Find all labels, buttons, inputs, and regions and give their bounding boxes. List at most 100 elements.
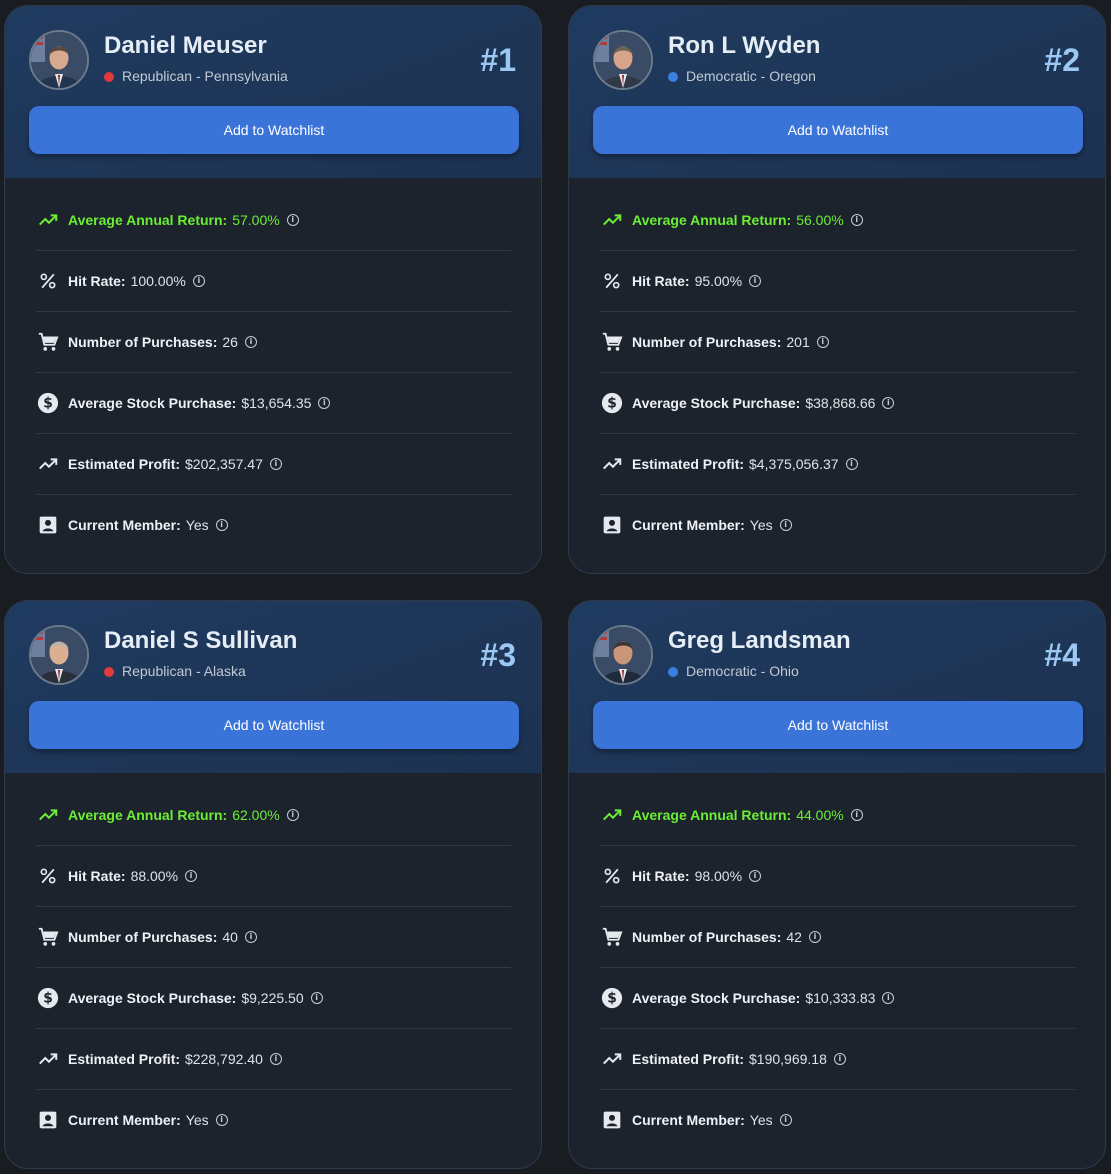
party-state: Republican - Alaska	[104, 663, 246, 679]
info-icon[interactable]: i	[244, 336, 257, 348]
stat-row: Current Member: Yes i	[600, 1090, 1075, 1150]
add-to-watchlist-button[interactable]: Add to Watchlist	[29, 701, 519, 749]
percent-icon	[36, 269, 60, 293]
trending-up-icon	[600, 803, 624, 827]
stat-row: $ Average Stock Purchase: $9,225.50 i	[36, 968, 511, 1029]
info-icon[interactable]: i	[185, 870, 198, 882]
info-icon[interactable]: i	[215, 1114, 228, 1126]
cart-icon	[600, 925, 624, 949]
trending-up-icon	[600, 452, 624, 476]
stat-label: Hit Rate:	[68, 868, 126, 884]
info-icon[interactable]: i	[269, 1053, 282, 1065]
stat-value: Yes	[749, 1112, 773, 1128]
stats-list: Average Annual Return: 62.00% i Hit Rate: 88…	[36, 785, 511, 1150]
rank-badge: #4	[1044, 637, 1080, 673]
info-icon[interactable]: i	[749, 870, 762, 882]
add-to-watchlist-button[interactable]: Add to Watchlist	[29, 106, 519, 154]
stat-row: Number of Purchases: 26 i	[36, 312, 511, 373]
rank-badge: #2	[1044, 42, 1080, 78]
party-state-label: Republican - Pennsylvania	[122, 68, 288, 84]
stat-value: $190,969.18	[749, 1051, 827, 1067]
info-icon[interactable]: i	[244, 931, 257, 943]
stat-row: Number of Purchases: 40 i	[36, 907, 511, 968]
stat-label: Estimated Profit:	[68, 1051, 181, 1067]
party-state-label: Democratic - Oregon	[686, 68, 816, 84]
dollar-icon: $	[36, 986, 60, 1010]
info-icon[interactable]: i	[749, 275, 762, 287]
stat-value: 95.00%	[694, 273, 743, 289]
stat-value: Yes	[185, 517, 209, 533]
info-icon[interactable]: i	[808, 931, 821, 943]
party-state: Republican - Pennsylvania	[104, 68, 288, 84]
info-icon[interactable]: i	[286, 214, 299, 226]
trending-up-icon	[600, 1047, 624, 1071]
stat-value: $202,357.47	[185, 456, 263, 472]
info-icon[interactable]: i	[318, 397, 331, 409]
svg-text:$: $	[607, 991, 617, 1007]
stat-value: 201	[786, 334, 810, 350]
info-icon[interactable]: i	[850, 809, 863, 821]
stat-label: Number of Purchases:	[632, 334, 782, 350]
stat-label: Hit Rate:	[632, 273, 690, 289]
stat-label: Estimated Profit:	[68, 456, 181, 472]
info-icon[interactable]: i	[192, 275, 205, 287]
stat-row: Estimated Profit: $190,969.18 i	[600, 1029, 1075, 1090]
stat-row: $ Average Stock Purchase: $10,333.83 i	[600, 968, 1075, 1029]
rank-badge: #3	[480, 637, 516, 673]
avatar	[593, 625, 653, 685]
stat-label: Hit Rate:	[68, 273, 126, 289]
stat-label: Current Member:	[632, 1112, 745, 1128]
stat-value: $9,225.50	[241, 990, 304, 1006]
info-icon[interactable]: i	[286, 809, 299, 821]
percent-icon	[600, 864, 624, 888]
info-icon[interactable]: i	[850, 214, 863, 226]
stat-row: Hit Rate: 100.00% i	[36, 251, 511, 312]
stat-label: Average Stock Purchase:	[632, 395, 801, 411]
info-icon[interactable]: i	[779, 519, 792, 531]
stats-list: Average Annual Return: 57.00% i Hit Rate: 10…	[36, 190, 511, 555]
party-dot-icon	[104, 72, 114, 82]
info-icon[interactable]: i	[215, 519, 228, 531]
stat-label: Estimated Profit:	[632, 456, 745, 472]
politician-name: Daniel S Sullivan	[104, 627, 298, 654]
stat-row: Hit Rate: 88.00% i	[36, 846, 511, 907]
stat-label: Average Annual Return:	[632, 212, 792, 228]
stat-label: Average Annual Return:	[68, 212, 228, 228]
stat-value: 42	[786, 929, 802, 945]
info-icon[interactable]: i	[833, 1053, 846, 1065]
add-to-watchlist-button[interactable]: Add to Watchlist	[593, 106, 1083, 154]
svg-text:$: $	[43, 991, 53, 1007]
stats-list: Average Annual Return: 56.00% i Hit Rate: 95…	[600, 190, 1075, 555]
stat-row: Hit Rate: 95.00% i	[600, 251, 1075, 312]
info-icon[interactable]: i	[269, 458, 282, 470]
stat-label: Hit Rate:	[632, 868, 690, 884]
politician-card: Daniel Meuser Republican - Pennsylvania #1…	[4, 5, 542, 574]
politician-name: Ron L Wyden	[668, 32, 821, 59]
avatar	[593, 30, 653, 90]
stat-value: 26	[222, 334, 238, 350]
stat-value: 88.00%	[130, 868, 179, 884]
trending-up-icon	[36, 803, 60, 827]
person-icon	[600, 1108, 624, 1132]
stat-value: 56.00%	[796, 212, 844, 228]
stat-label: Number of Purchases:	[632, 929, 782, 945]
party-state: Democratic - Ohio	[668, 663, 799, 679]
info-icon[interactable]: i	[779, 1114, 792, 1126]
info-icon[interactable]: i	[845, 458, 858, 470]
stat-value: 98.00%	[694, 868, 743, 884]
stat-value: 44.00%	[796, 807, 844, 823]
stat-row: Average Annual Return: 44.00% i	[600, 785, 1075, 846]
stat-row: Number of Purchases: 201 i	[600, 312, 1075, 373]
info-icon[interactable]: i	[882, 992, 895, 1004]
add-to-watchlist-button[interactable]: Add to Watchlist	[593, 701, 1083, 749]
info-icon[interactable]: i	[882, 397, 895, 409]
politician-card: Greg Landsman Democratic - Ohio #4 Add to W…	[568, 600, 1106, 1169]
trending-up-icon	[600, 208, 624, 232]
politician-card: Ron L Wyden Democratic - Oregon #2 Add to W…	[568, 5, 1106, 574]
stat-value: 40	[222, 929, 238, 945]
card-header: Ron L Wyden Democratic - Oregon #2 Add to W…	[569, 6, 1105, 178]
info-icon[interactable]: i	[310, 992, 323, 1004]
info-icon[interactable]: i	[816, 336, 829, 348]
rank-badge: #1	[480, 42, 516, 78]
cart-icon	[36, 330, 60, 354]
